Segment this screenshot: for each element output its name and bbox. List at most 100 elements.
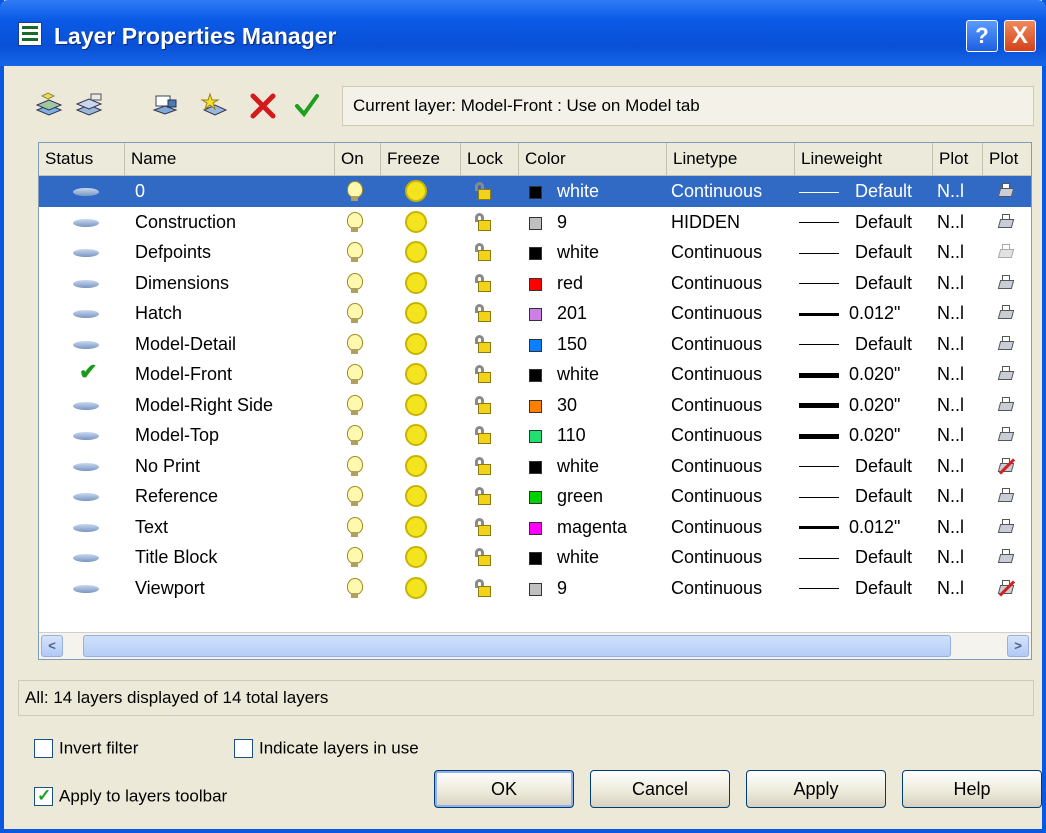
color-name[interactable]: white	[557, 237, 599, 268]
linetype[interactable]: Continuous	[671, 329, 762, 360]
printer-icon[interactable]	[997, 213, 1015, 231]
layer-states-manager-icon[interactable]	[150, 92, 180, 120]
layer-row[interactable]: Construction 9 HIDDEN Default N..l	[39, 207, 1031, 238]
sun-freeze-icon[interactable]	[405, 271, 427, 294]
lineweight[interactable]: Default	[855, 207, 912, 238]
light-bulb-icon[interactable]	[347, 547, 363, 567]
title-bar[interactable]: Layer Properties Manager ? X	[0, 0, 1046, 66]
linetype[interactable]: Continuous	[671, 237, 762, 268]
header-lineweight[interactable]: Lineweight	[795, 143, 933, 175]
linetype[interactable]: Continuous	[671, 390, 762, 421]
sun-freeze-icon[interactable]	[405, 454, 427, 477]
printer-icon[interactable]	[997, 518, 1015, 536]
printer-icon[interactable]	[997, 304, 1015, 322]
layer-name[interactable]: Dimensions	[135, 268, 229, 299]
layer-row[interactable]: Reference green Continuous Default N..l	[39, 481, 1031, 512]
unlock-icon[interactable]	[475, 334, 493, 353]
layer-row[interactable]: Viewport 9 Continuous Default N..l	[39, 573, 1031, 604]
lineweight[interactable]: Default	[855, 329, 912, 360]
header-status[interactable]: Status	[39, 143, 125, 175]
color-swatch[interactable]	[529, 552, 542, 565]
plot-style[interactable]: N..l	[937, 512, 964, 543]
layer-list[interactable]: Status Name On Freeze Lock Color Linetyp…	[38, 142, 1032, 660]
help-button[interactable]: Help	[902, 770, 1042, 808]
color-swatch[interactable]	[529, 491, 542, 504]
color-name[interactable]: 201	[557, 298, 587, 329]
light-bulb-icon[interactable]	[347, 577, 363, 598]
scroll-right-button[interactable]: >	[1007, 635, 1029, 657]
color-name[interactable]: 9	[557, 207, 567, 238]
color-swatch[interactable]	[529, 308, 542, 321]
horizontal-scrollbar[interactable]: < >	[39, 632, 1031, 659]
color-name[interactable]: white	[557, 176, 599, 207]
layer-name[interactable]: Model-Top	[135, 420, 219, 451]
header-lock[interactable]: Lock	[461, 143, 519, 175]
delete-layer-icon[interactable]	[248, 92, 278, 120]
light-bulb-icon[interactable]	[347, 242, 363, 262]
plot-style[interactable]: N..l	[937, 207, 964, 238]
header-on[interactable]: On	[335, 143, 381, 175]
plot-style[interactable]: N..l	[937, 298, 964, 329]
linetype[interactable]: Continuous	[671, 542, 762, 573]
plot-style[interactable]: N..l	[937, 390, 964, 421]
sun-freeze-icon[interactable]	[405, 393, 427, 416]
layer-row[interactable]: Dimensions red Continuous Default N..l	[39, 268, 1031, 299]
printer-icon[interactable]	[997, 396, 1015, 414]
unlock-icon[interactable]	[475, 212, 493, 231]
printer-icon[interactable]	[997, 487, 1015, 505]
unlock-icon[interactable]	[475, 365, 493, 383]
linetype[interactable]: Continuous	[671, 573, 762, 604]
color-swatch[interactable]	[529, 460, 542, 474]
light-bulb-icon[interactable]	[347, 272, 363, 293]
light-bulb-icon[interactable]	[347, 333, 363, 354]
lineweight[interactable]: Default	[855, 481, 912, 512]
header-linetype[interactable]: Linetype	[667, 143, 795, 175]
color-swatch[interactable]	[529, 247, 542, 260]
ok-button[interactable]: OK	[434, 770, 574, 808]
color-swatch[interactable]	[529, 582, 542, 596]
printer-icon[interactable]	[997, 426, 1015, 444]
cancel-button[interactable]: Cancel	[590, 770, 730, 808]
layer-row[interactable]: Model-Detail 150 Continuous Default N..l	[39, 329, 1031, 360]
sun-freeze-icon[interactable]	[405, 485, 427, 507]
sun-freeze-icon[interactable]	[405, 302, 427, 324]
color-swatch[interactable]	[529, 430, 542, 443]
printer-icon[interactable]	[997, 182, 1015, 200]
linetype[interactable]: HIDDEN	[671, 207, 740, 238]
layer-name[interactable]: Defpoints	[135, 237, 211, 268]
lineweight[interactable]: 0.020"	[849, 359, 900, 390]
layer-row[interactable]: Title Block white Continuous Default N..l	[39, 542, 1031, 573]
layer-name[interactable]: Model-Front	[135, 359, 232, 390]
layer-name[interactable]: Model-Detail	[135, 329, 236, 360]
layer-name[interactable]: Viewport	[135, 573, 205, 604]
light-bulb-icon[interactable]	[347, 364, 363, 384]
linetype[interactable]: Continuous	[671, 359, 762, 390]
sun-freeze-icon[interactable]	[405, 576, 427, 599]
lineweight[interactable]: Default	[855, 573, 912, 604]
lineweight[interactable]: 0.020"	[849, 390, 900, 421]
sun-freeze-icon[interactable]	[405, 180, 427, 202]
no-plot-printer-icon[interactable]	[997, 457, 1016, 475]
color-name[interactable]: red	[557, 268, 583, 299]
sun-freeze-icon[interactable]	[405, 424, 427, 446]
header-name[interactable]: Name	[125, 143, 335, 175]
light-bulb-icon[interactable]	[347, 516, 363, 537]
no-plot-printer-icon[interactable]	[997, 579, 1016, 597]
unlock-icon[interactable]	[475, 456, 493, 475]
indicate-layers-in-use-checkbox[interactable]: Indicate layers in use	[234, 737, 419, 759]
linetype[interactable]: Continuous	[671, 481, 762, 512]
layer-name[interactable]: Title Block	[135, 542, 217, 573]
color-name[interactable]: 9	[557, 573, 567, 604]
unlock-icon[interactable]	[475, 487, 493, 505]
linetype[interactable]: Continuous	[671, 420, 762, 451]
color-swatch[interactable]	[529, 369, 542, 382]
plot-style[interactable]: N..l	[937, 237, 964, 268]
layer-name[interactable]: Text	[135, 512, 168, 543]
invert-filter-box[interactable]	[34, 739, 53, 759]
close-button[interactable]: X	[1004, 20, 1036, 52]
color-name[interactable]: 30	[557, 390, 577, 421]
indicate-layers-box[interactable]	[234, 739, 253, 759]
unlock-icon[interactable]	[475, 395, 493, 414]
plot-style[interactable]: N..l	[937, 268, 964, 299]
layer-row[interactable]: Model-Top 110 Continuous 0.020" N..l	[39, 420, 1031, 451]
